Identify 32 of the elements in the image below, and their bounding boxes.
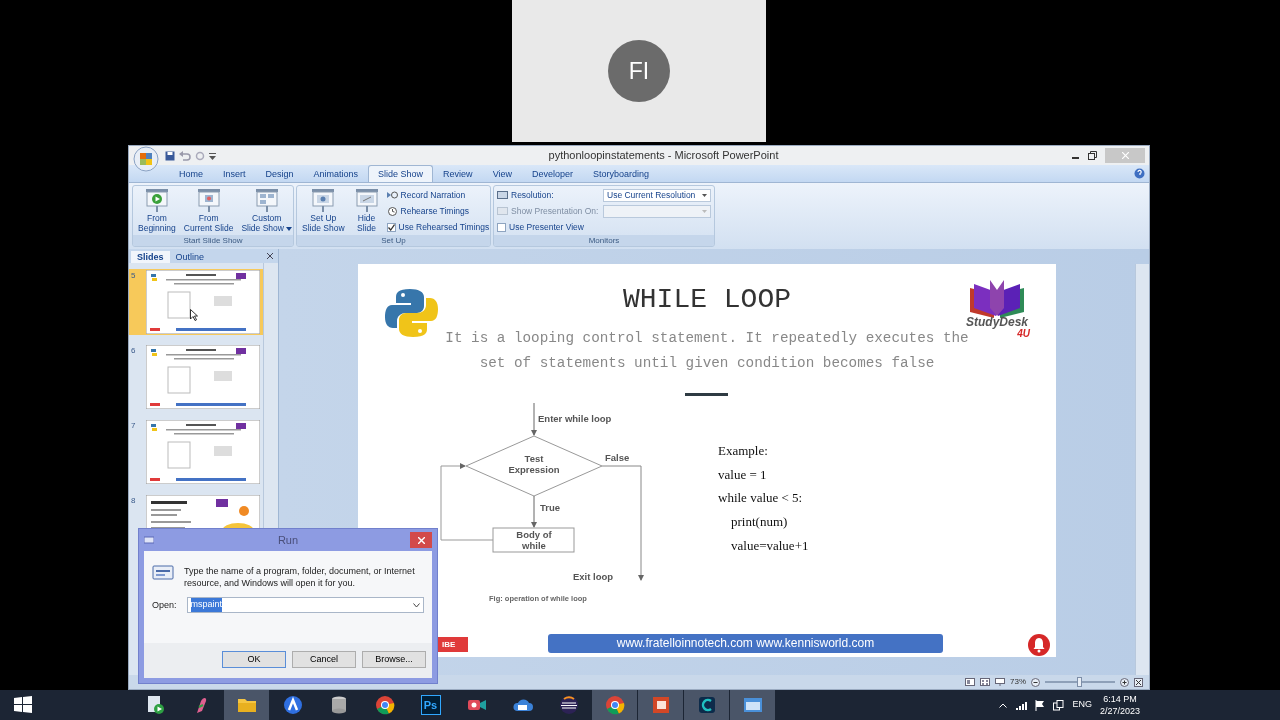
slide-number: 5 <box>131 270 137 282</box>
code-line: print(num) <box>730 513 789 532</box>
field-label: Show Presentation On: <box>511 204 599 218</box>
flow-label: Exit loop <box>573 571 614 582</box>
zoom-level: 73% <box>1010 676 1026 688</box>
slide-number: 7 <box>131 420 137 432</box>
code-line: value=value+1 <box>730 536 809 555</box>
flow-label: Enter while loop <box>538 413 612 424</box>
slide-number: 8 <box>131 495 137 507</box>
avatar: FI <box>608 40 670 102</box>
code-line: value = 1 <box>718 465 768 484</box>
checkbox-label: Use Presenter View <box>509 220 584 234</box>
process-label: Body of while <box>516 529 552 551</box>
slide-subtitle: It is a looping control statement. It repeatedly executes the set of statements until given condition becomes false <box>444 330 970 373</box>
field-label: Resolution: <box>511 188 554 202</box>
logo-text: StudyDesk <box>966 316 1028 329</box>
slide-title: WHILE LOOP <box>623 283 791 317</box>
slide-number: 6 <box>131 345 137 357</box>
code-line: Example: <box>718 442 769 460</box>
flow-label: False <box>605 452 630 463</box>
group-label: Set Up <box>297 235 490 246</box>
footer-banner: www.fratelloinnotech.com www.kennisworld.com <box>548 634 943 653</box>
dialog-message: Type the name of a program, folder, document, or Internet resource, and Windows will open it for you. <box>184 565 416 589</box>
window-title: pythonloopinstatements - Microsoft PowerPoint <box>547 148 780 164</box>
group-label: Monitors <box>494 235 714 246</box>
group-label: Start Slide Show <box>133 235 293 246</box>
field-label: Open: <box>152 599 177 611</box>
dialog-title: Run <box>276 532 300 548</box>
flow-label: True <box>540 502 561 513</box>
logo-text: 4U <box>1017 329 1030 339</box>
code-line: while value < 5: <box>718 489 804 508</box>
decision-label: Test Expression <box>508 453 560 475</box>
